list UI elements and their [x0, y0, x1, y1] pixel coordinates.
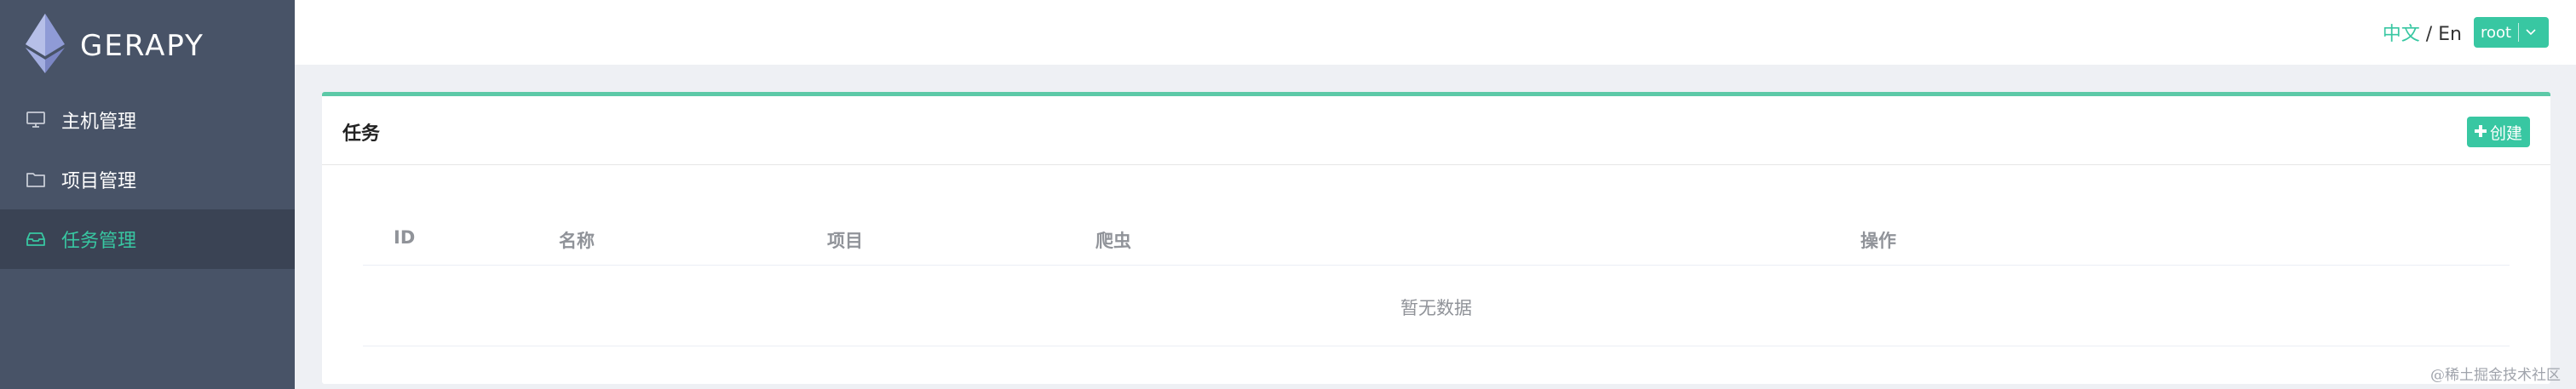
plus-icon [2474, 123, 2487, 141]
folder-icon [26, 169, 46, 190]
sidebar-item-label: 项目管理 [61, 171, 137, 192]
app-logo[interactable]: GERAPY [26, 14, 298, 77]
button-divider [2518, 23, 2520, 42]
monitor-icon [26, 110, 46, 130]
tasks-table: ID 名称 项目 爬虫 操作 暂无数据 [363, 205, 2510, 346]
lang-zh-link[interactable]: 中文 [2383, 24, 2420, 45]
sidebar-item-projects[interactable]: 项目管理 [0, 150, 295, 209]
table-header: ID 名称 项目 爬虫 操作 [363, 205, 2510, 266]
create-button-label: 创建 [2489, 123, 2522, 143]
watermark: @稀土掘金技术社区 [2430, 367, 2561, 384]
app-name: GERAPY [80, 29, 204, 63]
inbox-icon [26, 229, 46, 249]
sidebar-item-label: 任务管理 [61, 231, 137, 252]
user-menu-button[interactable]: root [2474, 17, 2549, 48]
sidebar-item-label: 主机管理 [61, 112, 137, 133]
chevron-down-icon [2526, 29, 2536, 36]
empty-state-text: 暂无数据 [1400, 298, 1472, 318]
tasks-panel: 任务 创建 ID 名称 项目 爬虫 操作 暂无数据 [322, 92, 2550, 384]
column-header-name: 名称 [559, 231, 595, 251]
column-header-id: ID [394, 227, 416, 248]
page-title: 任务 [342, 123, 381, 145]
column-header-actions: 操作 [1860, 231, 1896, 251]
top-header: 中文 / En root [295, 0, 2576, 65]
lang-separator: / [2419, 24, 2439, 45]
table-empty-row: 暂无数据 [363, 266, 2510, 346]
panel-header: 任务 创建 [322, 96, 2550, 165]
column-header-project: 项目 [827, 231, 863, 251]
lang-en-link[interactable]: En [2438, 24, 2462, 45]
column-header-spider: 爬虫 [1095, 231, 1131, 251]
sidebar: GERAPY 主机管理 项目管理 任务管理 [0, 0, 295, 389]
create-task-button[interactable]: 创建 [2467, 117, 2530, 147]
user-name: root [2481, 23, 2512, 42]
sidebar-item-tasks[interactable]: 任务管理 [0, 209, 295, 269]
ethereum-logo-icon [26, 14, 65, 73]
sidebar-item-hosts[interactable]: 主机管理 [0, 90, 295, 150]
language-switch: 中文 / En [2383, 19, 2462, 46]
